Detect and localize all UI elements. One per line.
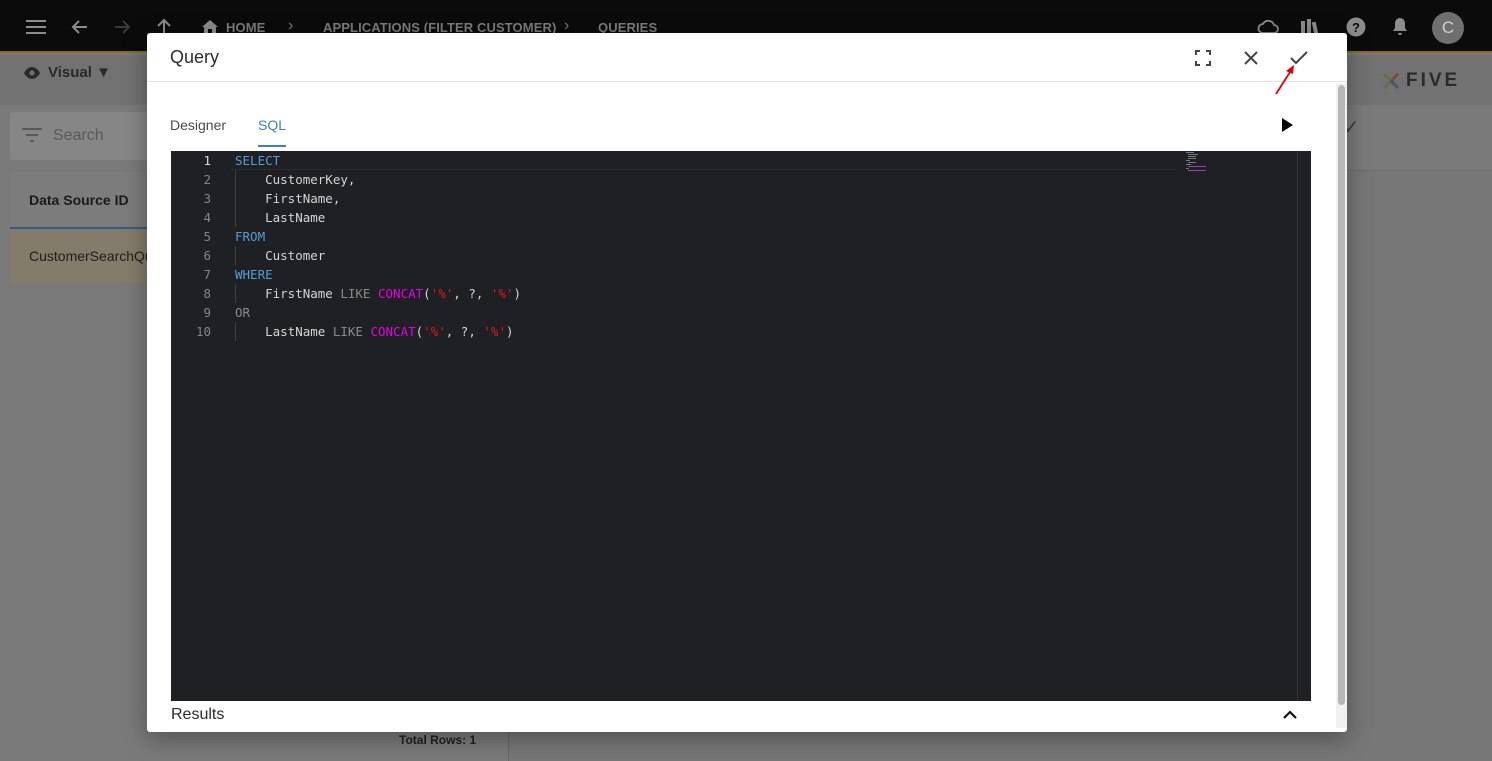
results-label: Results [171, 706, 225, 723]
line-number: 9 [203, 305, 211, 320]
code-token: , ?, [445, 324, 484, 339]
logo-text: FIVE [1406, 70, 1461, 91]
code-token: '%' [423, 324, 446, 339]
code-line[interactable]: 3 FirstName, [171, 189, 1171, 208]
code-line[interactable]: 6 Customer [171, 246, 1171, 265]
sql-editor[interactable]: 1 SELECT 2 CustomerKey, 3 FirstName, 4 LastN… [171, 151, 1311, 701]
code-token: LastName [235, 324, 333, 339]
arrow-right-icon[interactable] [108, 0, 136, 53]
search-placeholder: Search [53, 127, 104, 144]
menu-icon[interactable] [22, 0, 50, 53]
dialog-header: Query [147, 33, 1347, 82]
code-line[interactable]: 5 FROM [171, 227, 1171, 246]
code-token: '%' [483, 324, 506, 339]
view-mode-select[interactable]: Visual ▼ [22, 64, 111, 81]
code-token: OR [235, 305, 251, 320]
code-text: LastName [235, 210, 325, 225]
line-number: 7 [203, 267, 211, 282]
line-number: 4 [203, 210, 211, 225]
avatar[interactable]: C [1432, 12, 1464, 44]
code-line[interactable]: 8 FirstName LIKE CONCAT('%', ?, '%') [171, 284, 1171, 303]
code-token: CONCAT [370, 324, 416, 339]
five-logo-mark [1382, 72, 1400, 90]
scrollbar-thumb[interactable] [1338, 85, 1345, 705]
code-token: SELECT [235, 153, 281, 168]
code-text: FirstName LIKE CONCAT('%', ?, '%') [235, 286, 521, 301]
code-token: LIKE [332, 324, 363, 339]
code-line[interactable]: 9 OR [171, 303, 1171, 322]
code-line[interactable]: 7 WHERE [171, 265, 1171, 284]
code-token: ) [513, 286, 522, 301]
code-token: '%' [430, 286, 454, 301]
tab-sql[interactable]: SQL [258, 117, 287, 147]
line-number: 6 [203, 248, 211, 263]
code-text: FirstName, [235, 191, 340, 206]
code-token: LIKE [340, 286, 371, 301]
eye-icon [24, 66, 40, 79]
code-token: FirstName [235, 286, 341, 301]
line-number: 8 [203, 286, 211, 301]
svg-text:?: ? [1352, 20, 1360, 35]
total-rows: Total Rows: 1 [399, 733, 477, 747]
filter-icon [22, 128, 42, 142]
code-line[interactable]: 1 SELECT [171, 151, 1171, 170]
code-token: FROM [235, 229, 266, 244]
line-number: 1 [203, 153, 211, 168]
code-text: LastName LIKE CONCAT('%', ?, '%') [235, 324, 514, 339]
annotation-arrow-icon [1275, 65, 1294, 95]
code-token: LastName [235, 210, 326, 225]
code-line[interactable]: 10 LastName LIKE CONCAT('%', ?, '%') [171, 322, 1171, 341]
help-icon[interactable]: ? [1344, 0, 1368, 53]
code-token: FirstName, [235, 191, 341, 206]
code-token: ( [423, 286, 431, 301]
code-token: '%' [490, 286, 514, 301]
line-number: 10 [195, 324, 211, 339]
view-mode-label: Visual ▼ [48, 64, 111, 81]
five-logo: FIVE [1380, 70, 1460, 92]
play-icon[interactable] [1280, 117, 1298, 135]
code-token: CustomerKey, [235, 172, 356, 187]
line-number: 5 [203, 229, 211, 244]
bell-icon[interactable] [1389, 0, 1411, 53]
code-token: CONCAT [378, 286, 424, 301]
code-token: ) [505, 324, 514, 339]
code-line[interactable]: 2 CustomerKey, [171, 170, 1171, 189]
code-token: , ?, [453, 286, 491, 301]
results-bar[interactable]: Results [171, 701, 1311, 732]
column-header-data-source-id[interactable]: Data Source ID [29, 192, 129, 208]
fullscreen-icon[interactable] [1188, 43, 1218, 73]
code-text: SELECT [235, 153, 280, 168]
code-text: WHERE [235, 267, 273, 282]
code-token: Customer [235, 248, 326, 263]
editor-minimap[interactable] [1184, 151, 1224, 173]
line-number: 3 [203, 191, 211, 206]
chevron-up-icon[interactable] [1283, 710, 1297, 720]
arrow-left-icon[interactable] [66, 0, 94, 53]
code-token: WHERE [235, 267, 273, 282]
line-number: 2 [203, 172, 211, 187]
code-text: Customer [235, 248, 325, 263]
dialog-title: Query [170, 47, 220, 67]
tab-designer[interactable]: Designer [170, 117, 226, 147]
close-icon[interactable] [1236, 43, 1266, 73]
code-line[interactable]: 4 LastName [171, 208, 1171, 227]
editor-scrollbar[interactable] [1297, 151, 1311, 701]
dialog-scrollbar[interactable] [1336, 83, 1347, 728]
query-dialog: Query Designer SQL 1 SELECT 2 CustomerKey,… [147, 33, 1347, 732]
dialog-tabs: Designer SQL [170, 117, 318, 147]
code-text: CustomerKey, [235, 172, 355, 187]
code-text: FROM [235, 229, 265, 244]
code-text: OR [235, 305, 250, 320]
